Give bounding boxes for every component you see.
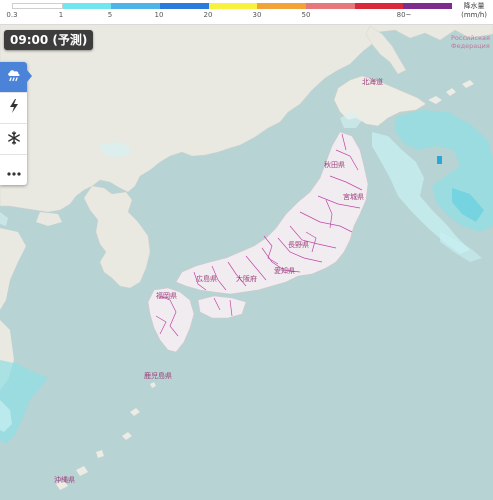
legend-tick: 5	[107, 11, 113, 19]
legend-tick: 80~	[396, 11, 412, 19]
map-label-okinawa: 沖縄県	[54, 476, 75, 484]
lightning-layer-button[interactable]	[0, 93, 27, 124]
map-label-miyagi: 宮城県	[343, 193, 364, 201]
forecast-time-badge: 09:00 (予測)	[4, 30, 94, 50]
legend-swatch-7	[354, 3, 404, 9]
legend-swatch-3	[160, 3, 209, 9]
rain-cloud-icon	[6, 67, 22, 87]
russia-label-line2: Федерация	[451, 42, 490, 50]
legend-tick: 50	[301, 11, 311, 19]
legend-unit-value: (mm/h)	[461, 11, 487, 19]
legend-swatch-2	[111, 3, 161, 9]
map-label-hokkaido: 北海道	[362, 78, 383, 86]
legend-swatch-4	[208, 3, 258, 9]
russia-label: Российская Федерация	[451, 34, 490, 50]
legend-ticks: 0.3 1 5 10 20 30 50 80~	[0, 11, 460, 23]
precipitation-map[interactable]	[0, 0, 493, 500]
snow-layer-button[interactable]	[0, 124, 27, 155]
legend-swatch-0	[12, 3, 63, 9]
legend-unit: 降水量 (mm/h)	[461, 2, 487, 20]
layer-toolbar	[0, 62, 27, 185]
map-label-akita: 秋田県	[324, 161, 345, 169]
legend-swatch-1	[62, 3, 112, 9]
russia-label-line1: Российская	[451, 34, 490, 42]
more-options-button[interactable]	[0, 155, 27, 185]
legend-color-bar	[12, 3, 453, 9]
legend-unit-title: 降水量	[463, 2, 485, 10]
legend-swatch-5	[257, 3, 307, 9]
legend-swatch-8	[403, 3, 453, 9]
active-indicator	[27, 70, 32, 82]
map-label-kagoshima: 鹿児島県	[144, 372, 172, 380]
map-label-nagano: 長野県	[288, 241, 309, 249]
map-label-fukuoka: 福岡県	[156, 292, 177, 300]
map-label-hiroshima: 広島県	[196, 275, 217, 283]
map-label-aichi: 愛知県	[274, 267, 295, 275]
legend-tick: 10	[154, 11, 164, 19]
lightning-icon	[7, 98, 21, 118]
precipitation-legend: 0.3 1 5 10 20 30 50 80~ 降水量 (mm/h)	[0, 0, 493, 25]
map-label-osaka: 大阪府	[236, 275, 257, 283]
legend-tick: 1	[58, 11, 64, 19]
legend-tick: 0.3	[6, 11, 18, 19]
legend-tick: 20	[203, 11, 213, 19]
more-icon	[6, 161, 21, 180]
legend-swatch-6	[306, 3, 355, 9]
legend-tick: 30	[252, 11, 262, 19]
snowflake-icon	[7, 130, 21, 149]
rain-layer-button[interactable]	[0, 62, 27, 93]
